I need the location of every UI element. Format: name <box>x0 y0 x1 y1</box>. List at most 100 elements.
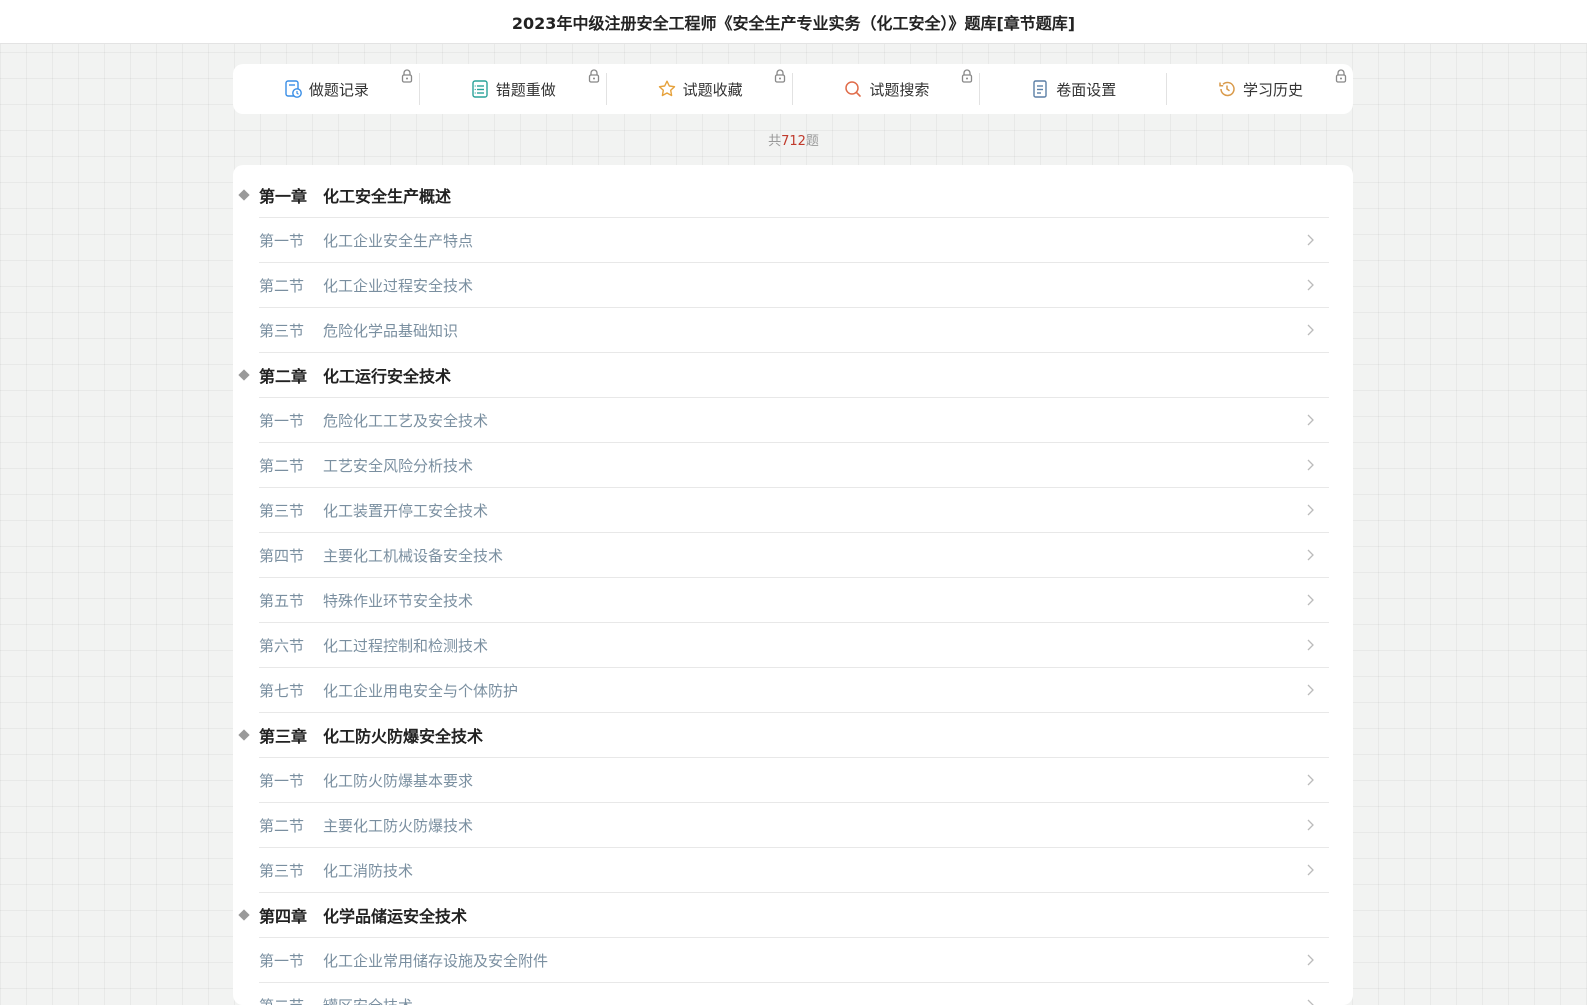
search-icon <box>843 79 863 99</box>
section-title: 罐区安全技术 <box>323 995 413 1005</box>
chevron-right-icon <box>1303 773 1317 787</box>
toolbar-history-button[interactable]: 学习历史 <box>1166 73 1353 105</box>
page-header: 2023年中级注册安全工程师《安全生产专业实务（化工安全）》题库[章节题库] <box>0 0 1587 44</box>
section-title: 化工装置开停工安全技术 <box>323 500 488 521</box>
diamond-bullet-icon <box>238 189 249 200</box>
chapter-title: 化工运行安全技术 <box>323 363 451 387</box>
question-count: 712 <box>781 134 806 149</box>
toolbar-label: 试题收藏 <box>683 79 743 100</box>
redo-list-icon <box>470 79 490 99</box>
chapter-number: 第二章 <box>259 363 323 387</box>
chevron-right-icon <box>1303 503 1317 517</box>
section-item[interactable]: 第一节化工企业安全生产特点 <box>259 218 1329 263</box>
diamond-bullet-icon <box>238 369 249 380</box>
chevron-right-icon <box>1303 593 1317 607</box>
lock-icon <box>588 69 600 83</box>
section-title: 工艺安全风险分析技术 <box>323 455 473 476</box>
section-title: 危险化学品基础知识 <box>323 320 458 341</box>
section-item[interactable]: 第二节罐区安全技术 <box>259 983 1329 1005</box>
section-number: 第二节 <box>259 815 323 836</box>
chapter-number: 第一章 <box>259 183 323 207</box>
toolbar-favorites-button[interactable]: 试题收藏 <box>606 73 793 105</box>
section-title: 化工企业过程安全技术 <box>323 275 473 296</box>
section-item[interactable]: 第三节化工装置开停工安全技术 <box>259 488 1329 533</box>
chapter-title: 化工安全生产概述 <box>323 183 451 207</box>
section-number: 第二节 <box>259 995 323 1005</box>
section-title: 化工企业常用储存设施及安全附件 <box>323 950 548 971</box>
chevron-right-icon <box>1303 863 1317 877</box>
section-item[interactable]: 第七节化工企业用电安全与个体防护 <box>259 668 1329 713</box>
toolbar-label: 做题记录 <box>309 79 369 100</box>
section-item[interactable]: 第二节化工企业过程安全技术 <box>259 263 1329 308</box>
document-settings-icon <box>1030 79 1050 99</box>
toolbar-layout-settings-button[interactable]: 卷面设置 <box>979 73 1166 105</box>
chapter-list: 第一章化工安全生产概述第一节化工企业安全生产特点第二节化工企业过程安全技术第三节… <box>259 173 1329 1005</box>
lock-icon <box>961 69 973 83</box>
chevron-right-icon <box>1303 458 1317 472</box>
chapter-heading: 第三章化工防火防爆安全技术 <box>259 713 1329 758</box>
chevron-right-icon <box>1303 818 1317 832</box>
section-number: 第一节 <box>259 950 323 971</box>
section-number: 第二节 <box>259 455 323 476</box>
section-item[interactable]: 第六节化工过程控制和检测技术 <box>259 623 1329 668</box>
lock-icon <box>774 69 786 83</box>
toolbar-record-button[interactable]: 做题记录 <box>233 73 419 105</box>
chapter-heading: 第一章化工安全生产概述 <box>259 173 1329 218</box>
section-number: 第三节 <box>259 500 323 521</box>
section-item[interactable]: 第三节危险化学品基础知识 <box>259 308 1329 353</box>
record-icon <box>283 79 303 99</box>
section-number: 第一节 <box>259 230 323 251</box>
toolbar-label: 卷面设置 <box>1056 79 1116 100</box>
section-item[interactable]: 第二节主要化工防火防爆技术 <box>259 803 1329 848</box>
chapter-heading: 第四章化学品储运安全技术 <box>259 893 1329 938</box>
chevron-right-icon <box>1303 233 1317 247</box>
chevron-right-icon <box>1303 323 1317 337</box>
toolbar-search-button[interactable]: 试题搜索 <box>792 73 979 105</box>
lock-icon <box>1335 69 1347 83</box>
toolbar-label: 试题搜索 <box>869 79 929 100</box>
section-item[interactable]: 第五节特殊作业环节安全技术 <box>259 578 1329 623</box>
chevron-right-icon <box>1303 998 1317 1005</box>
section-title: 化工防火防爆基本要求 <box>323 770 473 791</box>
section-item[interactable]: 第三节化工消防技术 <box>259 848 1329 893</box>
section-number: 第二节 <box>259 275 323 296</box>
section-number: 第七节 <box>259 680 323 701</box>
section-item[interactable]: 第一节危险化工工艺及安全技术 <box>259 398 1329 443</box>
diamond-bullet-icon <box>238 729 249 740</box>
diamond-bullet-icon <box>238 909 249 920</box>
section-title: 危险化工工艺及安全技术 <box>323 410 488 431</box>
chevron-right-icon <box>1303 548 1317 562</box>
section-number: 第六节 <box>259 635 323 656</box>
section-item[interactable]: 第二节工艺安全风险分析技术 <box>259 443 1329 488</box>
chapter-title: 化学品储运安全技术 <box>323 903 467 927</box>
toolbar-label: 错题重做 <box>496 79 556 100</box>
lock-icon <box>401 69 413 83</box>
section-title: 特殊作业环节安全技术 <box>323 590 473 611</box>
section-title: 化工企业安全生产特点 <box>323 230 473 251</box>
chevron-right-icon <box>1303 278 1317 292</box>
chevron-right-icon <box>1303 683 1317 697</box>
section-number: 第一节 <box>259 770 323 791</box>
toolbar: 做题记录 错题重做 试题收藏 试题搜索 卷面设置 学习历史 <box>233 64 1353 114</box>
section-title: 化工过程控制和检测技术 <box>323 635 488 656</box>
toolbar-redo-button[interactable]: 错题重做 <box>419 73 606 105</box>
chevron-right-icon <box>1303 953 1317 967</box>
star-icon <box>657 79 677 99</box>
section-title: 化工企业用电安全与个体防护 <box>323 680 518 701</box>
section-number: 第一节 <box>259 410 323 431</box>
section-title: 化工消防技术 <box>323 860 413 881</box>
section-item[interactable]: 第一节化工企业常用储存设施及安全附件 <box>259 938 1329 983</box>
chevron-right-icon <box>1303 638 1317 652</box>
section-title: 主要化工防火防爆技术 <box>323 815 473 836</box>
section-item[interactable]: 第一节化工防火防爆基本要求 <box>259 758 1329 803</box>
chapter-title: 化工防火防爆安全技术 <box>323 723 483 747</box>
question-total: 共712题 <box>0 130 1587 149</box>
page-title: 2023年中级注册安全工程师《安全生产专业实务（化工安全）》题库[章节题库] <box>512 10 1075 34</box>
section-title: 主要化工机械设备安全技术 <box>323 545 503 566</box>
section-number: 第三节 <box>259 860 323 881</box>
chapter-number: 第三章 <box>259 723 323 747</box>
section-item[interactable]: 第四节主要化工机械设备安全技术 <box>259 533 1329 578</box>
chapter-panel: 第一章化工安全生产概述第一节化工企业安全生产特点第二节化工企业过程安全技术第三节… <box>233 165 1353 1005</box>
section-number: 第四节 <box>259 545 323 566</box>
section-number: 第三节 <box>259 320 323 341</box>
